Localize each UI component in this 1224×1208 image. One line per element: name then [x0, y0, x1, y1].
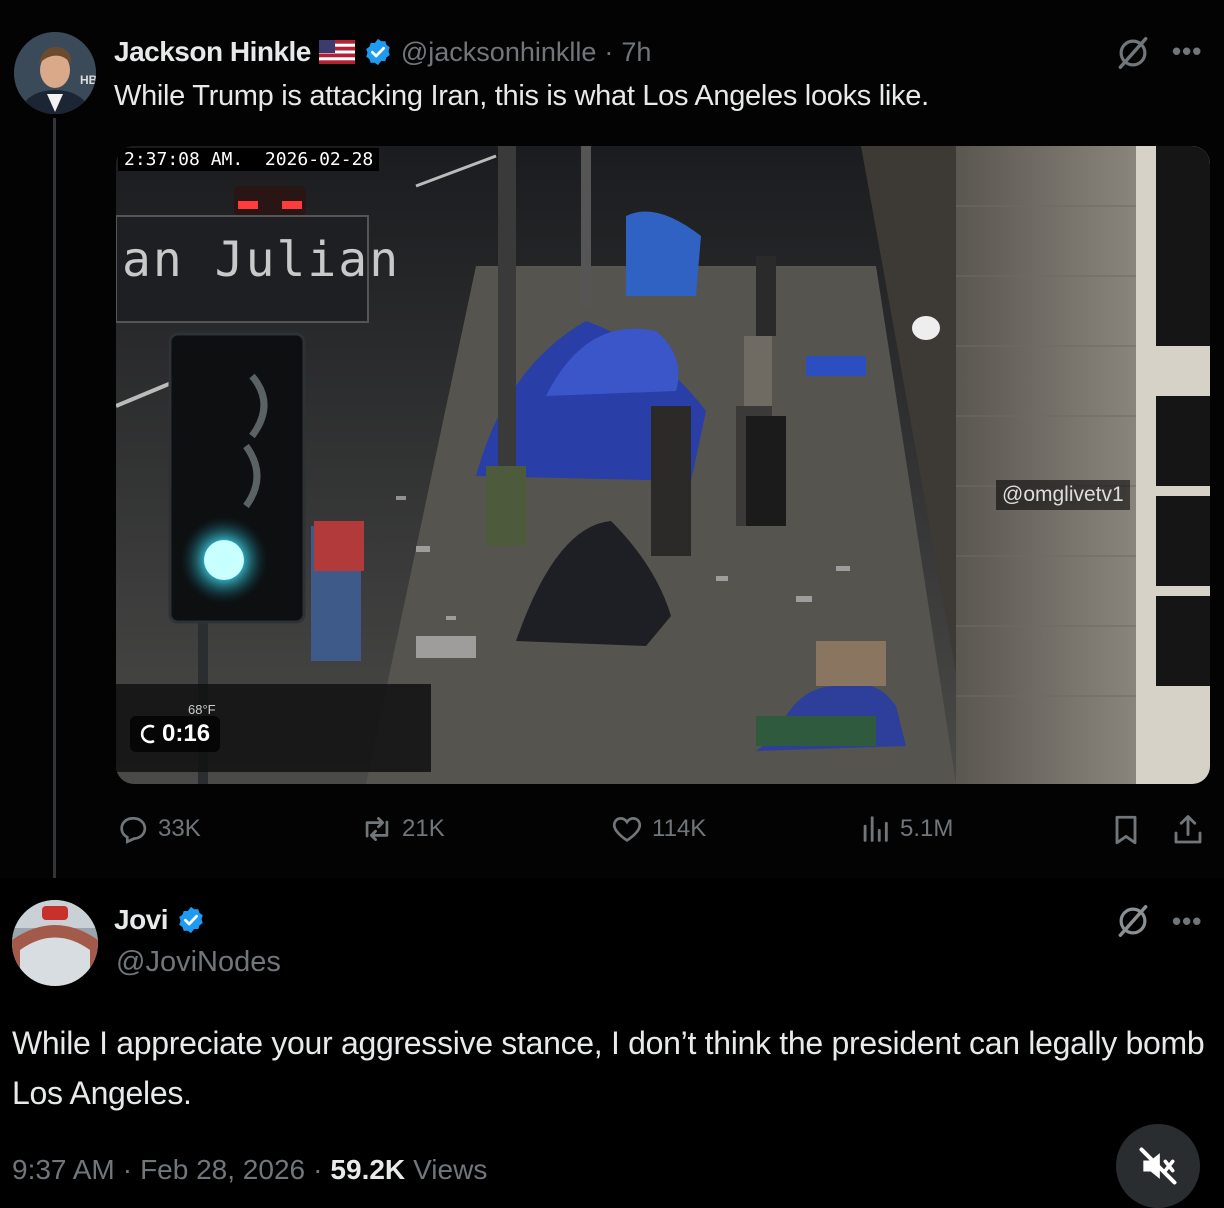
- reply-meta: 9:37 AM · Feb 28, 2026 · 59.2K Views: [12, 1154, 487, 1186]
- post-time[interactable]: 7h: [621, 37, 651, 68]
- avatar-image: HB: [14, 32, 96, 114]
- views-icon: [863, 816, 888, 842]
- mute-icon: [1139, 1147, 1177, 1185]
- reply-avatar-image: [12, 900, 98, 986]
- reply-views-count: 59.2K: [330, 1154, 406, 1185]
- us-flag-icon: [318, 40, 355, 64]
- reply-handle[interactable]: @JoviNodes: [116, 946, 281, 979]
- reply-views-label: Views: [413, 1154, 488, 1185]
- thread-line: [53, 118, 56, 890]
- views-count: 5.1M: [900, 815, 954, 842]
- author-avatar[interactable]: HB: [14, 32, 96, 114]
- original-post: HB Jackson Hinkle @jacksonhinklle · 7h •…: [0, 0, 1224, 890]
- watermark: @omglivetv1: [996, 480, 1130, 510]
- mute-button[interactable]: [1116, 1124, 1200, 1208]
- replay-icon: [140, 724, 155, 744]
- video-time: 0:16: [162, 720, 211, 747]
- post-text: While Trump is attacking Iran, this is w…: [114, 80, 929, 112]
- share-icon[interactable]: [1170, 812, 1206, 848]
- meta-dot: ·: [122, 1154, 133, 1185]
- reply-header: Jovi: [114, 902, 206, 938]
- action-repost[interactable]: 21K: [360, 812, 445, 846]
- repost-count: 21K: [402, 815, 445, 842]
- reply-text: While I appreciate your aggressive stanc…: [12, 1025, 1205, 1111]
- action-reply[interactable]: 33K: [116, 812, 201, 846]
- street-sign-text: an Julian: [122, 232, 401, 288]
- weather-temp: 68°F: [188, 702, 216, 717]
- reply-post: Jovi @JoviNodes ••• While I appreciate y…: [0, 878, 1224, 1208]
- verified-icon: [179, 906, 203, 934]
- like-icon: [612, 817, 642, 842]
- reply-count: 33K: [158, 815, 201, 842]
- bookmark-icon[interactable]: [1108, 812, 1144, 848]
- reply-author-name[interactable]: Jovi: [114, 904, 169, 936]
- repost-icon: [365, 817, 389, 841]
- author-name[interactable]: Jackson Hinkle: [114, 36, 311, 68]
- more-icon[interactable]: •••: [1172, 36, 1202, 67]
- action-like[interactable]: 114K: [610, 812, 706, 846]
- grok-icon[interactable]: [1114, 902, 1152, 940]
- more-icon[interactable]: •••: [1172, 906, 1202, 937]
- reply-icon: [120, 817, 147, 844]
- author-handle[interactable]: @jacksonhinklle: [401, 37, 597, 68]
- reply-time[interactable]: 9:37 AM: [12, 1154, 115, 1186]
- grok-icon[interactable]: [1114, 34, 1152, 72]
- overlay-timestamp: 2:37:08 AM. 2026-02-28: [118, 148, 380, 171]
- like-count: 114K: [652, 815, 707, 842]
- svg-text:HB: HB: [80, 73, 96, 87]
- reply-date[interactable]: Feb 28, 2026: [140, 1154, 305, 1186]
- meta-dot: ·: [313, 1154, 323, 1185]
- action-views[interactable]: 5.1M: [858, 812, 953, 846]
- separator: ·: [604, 36, 614, 67]
- reply-avatar[interactable]: [12, 900, 98, 986]
- post-header: Jackson Hinkle @jacksonhinklle · 7h: [114, 34, 651, 70]
- video-media[interactable]: 2:37:08 AM. 2026-02-28 an Julian 68°F @o…: [116, 146, 1210, 784]
- verified-icon: [366, 38, 390, 66]
- video-timer[interactable]: 0:16: [130, 716, 221, 752]
